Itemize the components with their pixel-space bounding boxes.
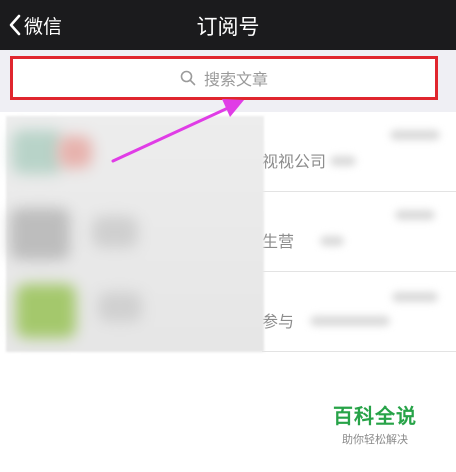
watermark: 百科全说 助你轻松解决 xyxy=(320,400,430,447)
watermark-subtitle: 助你轻松解决 xyxy=(342,433,408,446)
watermark-title: 百科全说 xyxy=(333,404,417,428)
